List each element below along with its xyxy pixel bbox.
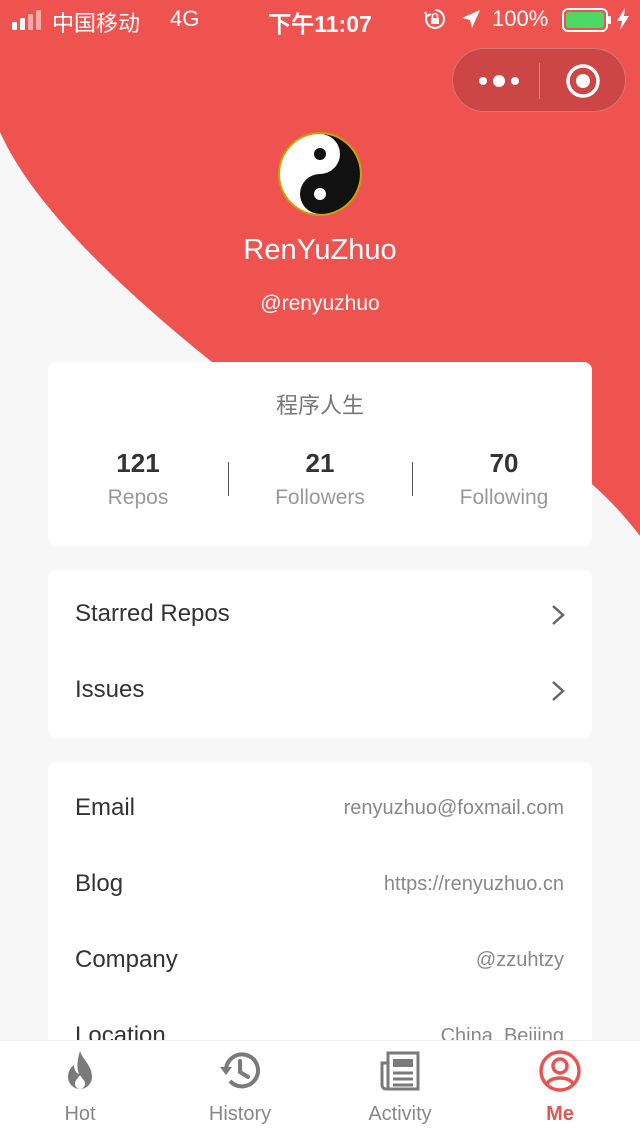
row-label: Company [75, 946, 178, 973]
battery-percent: 100% [492, 6, 549, 31]
tab-hot[interactable]: Hot [0, 1041, 160, 1136]
profile-login: @renyuzhuo [260, 292, 380, 315]
status-bar: 中国移动 4G 下午11:07 100% [0, 0, 640, 40]
capsule-menu [452, 48, 626, 112]
capsule-divider [539, 63, 540, 99]
tab-label: Me [546, 1103, 574, 1125]
profile-name: RenYuZhuo [243, 234, 397, 266]
stat-followers[interactable]: 21 Followers [230, 448, 410, 510]
stat-label: Following [459, 486, 549, 509]
stat-value: 121 [116, 448, 160, 478]
starred-repos-row[interactable]: Starred Repos [48, 570, 592, 646]
company-value: @zzuhtzy [475, 949, 564, 971]
blog-row[interactable]: Blog https://renyuzhuo.cn [48, 838, 592, 914]
links-card: Starred Repos Issues [48, 570, 592, 738]
tab-label: History [208, 1103, 272, 1125]
charging-icon [617, 8, 629, 30]
tab-me[interactable]: Me [480, 1041, 640, 1136]
stat-value: 21 [305, 448, 335, 478]
battery-icon [562, 8, 611, 32]
stat-divider [228, 462, 229, 496]
flame-icon [68, 1051, 92, 1089]
tab-label: Activity [368, 1103, 432, 1125]
history-icon [220, 1052, 260, 1089]
stats-card: 程序人生 121 Repos 21 Followers 70 Following [48, 362, 592, 546]
company-row[interactable]: Company @zzuhtzy [48, 914, 592, 990]
user-circle-icon [539, 1050, 581, 1092]
close-target-icon[interactable] [565, 63, 601, 99]
email-row[interactable]: Email renyuzhuo@foxmail.com [48, 762, 592, 838]
stat-label: Repos [107, 486, 169, 509]
news-icon [380, 1051, 420, 1091]
profile-bio: 程序人生 [275, 393, 364, 418]
issues-row[interactable]: Issues [48, 646, 592, 722]
location-icon [462, 10, 480, 28]
tab-label: Hot [64, 1103, 96, 1125]
stat-repos[interactable]: 121 Repos [48, 448, 228, 510]
stat-following[interactable]: 70 Following [414, 448, 594, 510]
chevron-right-icon [552, 681, 565, 701]
stat-value: 70 [489, 448, 519, 478]
yin-yang-avatar[interactable] [277, 131, 363, 217]
stat-divider [412, 462, 413, 496]
info-card: Email renyuzhuo@foxmail.com Blog https:/… [48, 762, 592, 1062]
row-label: Blog [75, 870, 124, 897]
chevron-right-icon [552, 605, 565, 625]
tab-activity[interactable]: Activity [320, 1041, 480, 1136]
tab-history[interactable]: History [160, 1041, 320, 1136]
email-value: renyuzhuo@foxmail.com [343, 797, 564, 819]
orientation-lock-icon [424, 8, 446, 29]
tab-bar: Hot History Activity Me [0, 1040, 640, 1136]
blog-value: https://renyuzhuo.cn [383, 873, 564, 895]
stat-label: Followers [275, 486, 365, 509]
more-dots-icon[interactable] [477, 69, 521, 93]
row-label: Issues [75, 676, 145, 703]
row-label: Email [75, 794, 136, 821]
row-label: Starred Repos [75, 600, 230, 627]
